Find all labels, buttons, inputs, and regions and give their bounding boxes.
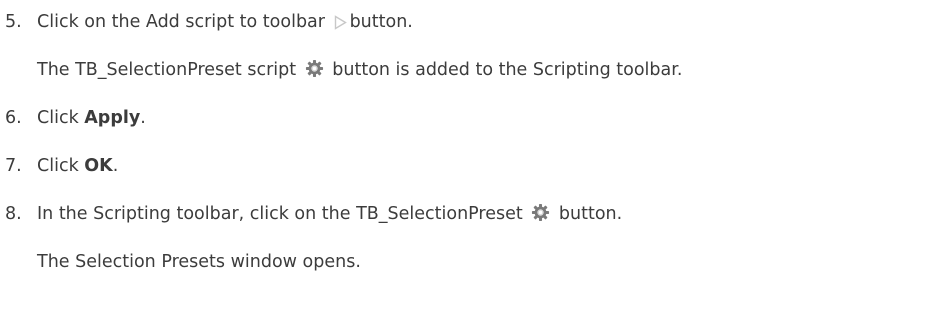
- step-number: 6.: [5, 108, 22, 128]
- step-text-before: Click on the Add script to toolbar: [37, 12, 325, 32]
- step-note: The Selection Presets window opens.: [37, 252, 361, 272]
- step-text-after: .: [112, 156, 119, 176]
- apply-label: Apply: [84, 108, 141, 128]
- step-text-after: button.: [349, 12, 413, 32]
- step-text: In the Scripting toolbar, click on the T…: [37, 203, 622, 225]
- note-text-after: button is added to the Scripting toolbar…: [332, 60, 683, 80]
- play-triangle-icon: [334, 15, 347, 30]
- step-text: Click on the Add script to toolbar butto…: [37, 11, 413, 33]
- ok-label: OK: [84, 156, 113, 176]
- step-number: 8.: [5, 204, 22, 224]
- step-text: Click Apply.: [37, 107, 146, 129]
- gear-icon: [305, 59, 324, 78]
- step-number: 5.: [5, 12, 22, 32]
- step-text-before: Click: [37, 108, 85, 128]
- step-text-before: In the Scripting toolbar, click on the T…: [37, 204, 523, 224]
- note-text-before: The TB_SelectionPreset script: [37, 60, 297, 80]
- step-text-after: .: [140, 108, 146, 128]
- step-text: Click OK.: [37, 155, 118, 177]
- documentation-page: { "steps": [ { "number": "5.", "text_bef…: [0, 0, 927, 334]
- gear-icon: [531, 203, 550, 222]
- step-text-after: button.: [558, 204, 623, 224]
- step-text-before: Click: [37, 156, 85, 176]
- step-number: 7.: [5, 156, 22, 176]
- step-note: The TB_SelectionPreset script button is …: [37, 59, 682, 81]
